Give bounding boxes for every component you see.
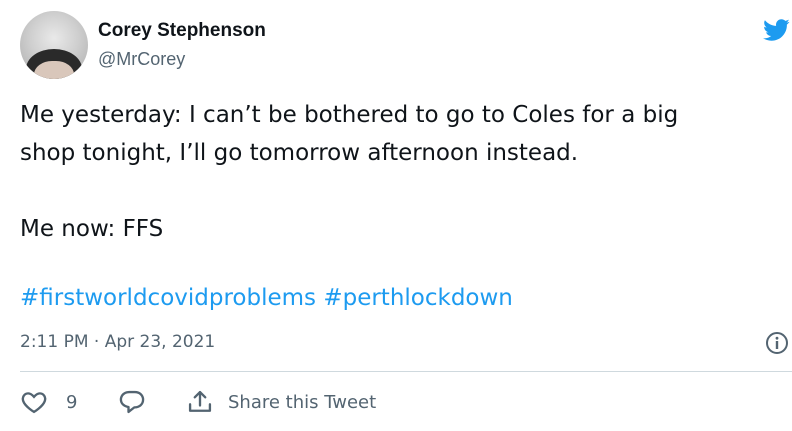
tweet-line: Me yesterday: I can’t be bothered to go … [20,102,679,128]
like-button[interactable]: 9 [20,388,77,416]
reply-bubble-icon [119,390,145,414]
info-icon[interactable] [765,331,789,355]
hashtag-link[interactable]: #firstworldcovidproblems [20,285,316,311]
tweet-body: Me yesterday: I can’t be bothered to go … [20,96,760,248]
divider [20,371,792,372]
share-button[interactable]: Share this Tweet [186,388,376,416]
tweet-line: shop tonight, I’ll go tomorrow afternoon… [20,140,579,166]
author-handle[interactable]: @MrCorey [98,49,185,70]
avatar[interactable] [20,11,88,79]
share-upload-icon [188,390,212,412]
tweet-timestamp[interactable]: 2:11 PM · Apr 23, 2021 [20,332,215,352]
tweet-line: Me now: FFS [20,216,164,242]
author-name[interactable]: Corey Stephenson [98,20,266,42]
hashtag-link[interactable]: #perthlockdown [323,285,513,311]
reply-button[interactable] [118,388,146,416]
avatar-face [34,61,74,79]
heart-icon [21,392,47,414]
like-count: 9 [66,391,78,413]
hashtags: #firstworldcovidproblems #perthlockdown [20,283,513,313]
share-label: Share this Tweet [228,391,377,413]
tweet-card: Corey Stephenson @MrCorey Me yesterday: … [0,0,792,431]
twitter-bird-icon[interactable] [760,16,792,44]
